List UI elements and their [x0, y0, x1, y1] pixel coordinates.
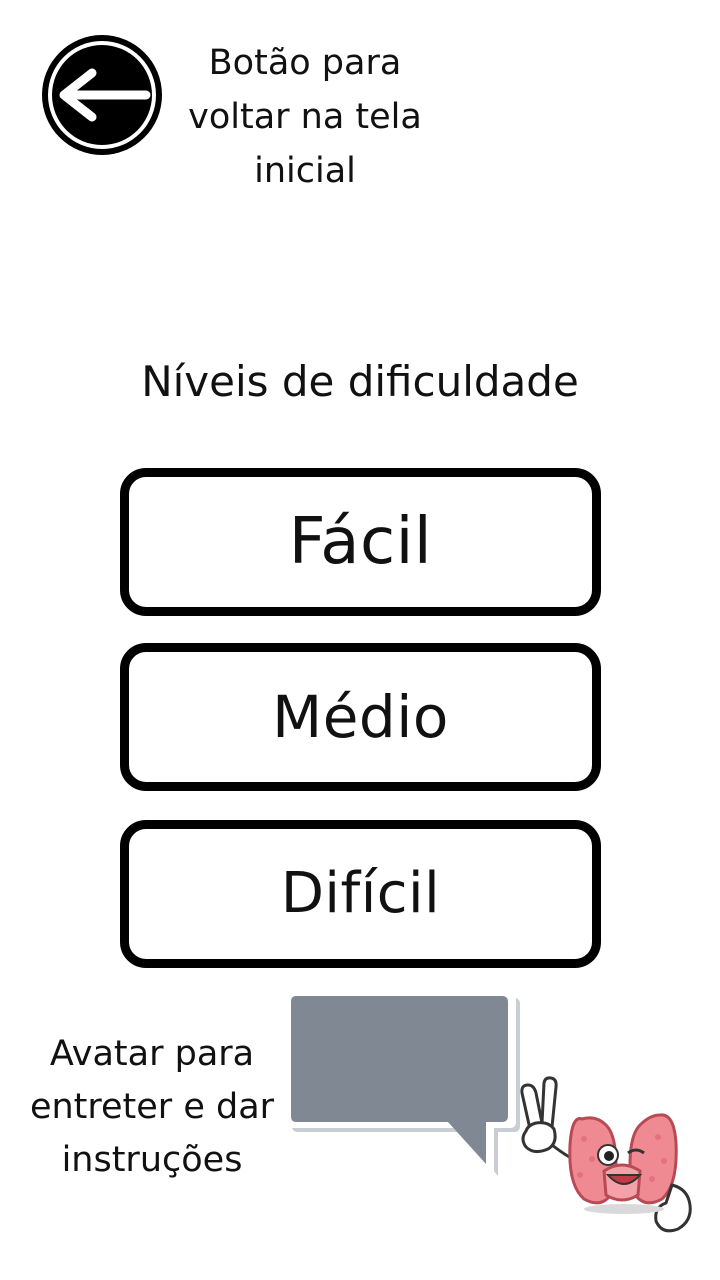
back-button-caption: Botão para voltar na tela inicial — [188, 43, 422, 191]
page-title: Níveis de dificuldade — [141, 357, 579, 406]
avatar-mascot[interactable] — [512, 1075, 702, 1245]
hard-level-button[interactable]: Difícil — [120, 820, 601, 968]
easy-level-label: Fácil — [288, 505, 433, 579]
easy-level-button[interactable]: Fácil — [120, 468, 601, 616]
arrow-left-icon — [42, 35, 162, 155]
medium-level-label: Médio — [272, 683, 449, 751]
speech-bubble — [288, 990, 528, 1190]
back-button[interactable] — [40, 33, 164, 157]
speech-bubble-body — [291, 996, 508, 1164]
medium-level-button[interactable]: Médio — [120, 643, 601, 791]
hard-level-label: Difícil — [280, 861, 441, 926]
avatar-caption: Avatar para entreter e dar instruções — [29, 1034, 275, 1180]
thyroid-mascot-icon — [520, 1076, 692, 1233]
